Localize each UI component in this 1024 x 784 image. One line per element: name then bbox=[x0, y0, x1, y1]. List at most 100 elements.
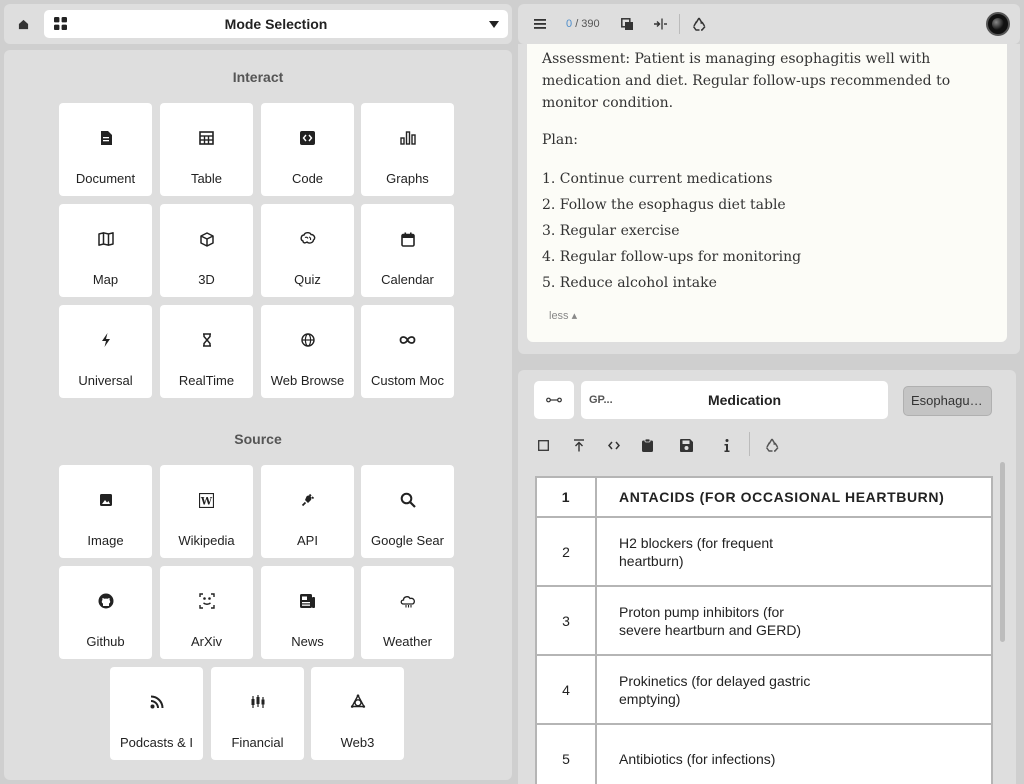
tile-label: Map bbox=[92, 272, 119, 287]
interact-section-title: Interact bbox=[232, 69, 284, 85]
tile-map[interactable]: Map bbox=[59, 204, 152, 297]
tile-label: Web Browse bbox=[270, 373, 345, 388]
info-icon bbox=[724, 438, 730, 452]
table-cell-number: 4 bbox=[535, 654, 597, 725]
upload-icon bbox=[574, 438, 584, 451]
hourglass-icon bbox=[202, 333, 211, 347]
arxiv-icon bbox=[198, 593, 215, 609]
bolt-icon bbox=[101, 333, 110, 347]
tile-calendar[interactable]: Calendar bbox=[361, 204, 454, 297]
copy-button[interactable] bbox=[618, 15, 636, 33]
tile-label: Universal bbox=[78, 373, 133, 388]
plug-icon bbox=[301, 493, 314, 507]
tile-label: ArXiv bbox=[190, 634, 223, 649]
tile-label: Weather bbox=[383, 634, 432, 649]
tile-label: Image bbox=[87, 533, 124, 548]
tile-financial[interactable]: Financial bbox=[211, 667, 304, 760]
code-view-button[interactable] bbox=[605, 436, 623, 454]
tile-github[interactable]: Github bbox=[59, 566, 152, 659]
tile-arxiv[interactable]: ArXiv bbox=[160, 566, 253, 659]
mode-select-dropdown[interactable]: Mode Selection bbox=[44, 10, 508, 38]
chevron-down-icon bbox=[489, 21, 499, 28]
table-cell-number: 3 bbox=[535, 585, 597, 656]
medication-title: Medication bbox=[707, 392, 782, 408]
tile-weather[interactable]: Weather bbox=[361, 566, 454, 659]
clipboard-icon bbox=[641, 438, 653, 452]
wikipedia-icon: W bbox=[199, 492, 214, 508]
show-less-toggle[interactable]: less ▴ bbox=[549, 309, 577, 322]
calendar-icon bbox=[400, 232, 415, 247]
tile-label: News bbox=[291, 634, 324, 649]
tile-wikipedia[interactable]: W Wikipedia bbox=[160, 465, 253, 558]
table-cell-number: 1 bbox=[535, 476, 597, 518]
table-row: 5 Antibiotics (for infections) bbox=[535, 723, 993, 784]
list-item: 3. Regular exercise bbox=[542, 223, 680, 239]
select-checkbox[interactable] bbox=[534, 436, 552, 454]
map-icon bbox=[97, 232, 114, 246]
home-button[interactable] bbox=[14, 15, 32, 33]
globe-icon bbox=[300, 333, 315, 347]
table-row: 1 ANTACIDS (FOR OCCASIONAL HEARTBURN) bbox=[535, 476, 993, 518]
table-cell-value: H2 blockers (for frequent heartburn) bbox=[619, 534, 774, 569]
table-scrollbar[interactable] bbox=[1000, 462, 1005, 642]
tile-quiz[interactable]: Quiz bbox=[261, 204, 354, 297]
tile-realtime[interactable]: RealTime bbox=[160, 305, 253, 398]
table-cell-text: ANTACIDS (FOR OCCASIONAL HEARTBURN) bbox=[595, 476, 993, 518]
toolbar-divider bbox=[749, 432, 750, 456]
checkbox-icon bbox=[537, 439, 549, 451]
recycle-button[interactable] bbox=[690, 15, 708, 33]
tile-label: Custom Moc bbox=[371, 373, 444, 388]
table-cell-value: Prokinetics (for delayed gastric emptyin… bbox=[619, 672, 811, 707]
tile-web-browse[interactable]: Web Browse bbox=[261, 305, 354, 398]
caret-up-icon: ▴ bbox=[571, 310, 578, 322]
document-panel: Assessment: Patient is managing esophagi… bbox=[518, 44, 1020, 354]
tile-podcasts[interactable]: Podcasts & I bbox=[110, 667, 203, 760]
medication-table: 1 ANTACIDS (FOR OCCASIONAL HEARTBURN) 2 … bbox=[535, 476, 993, 784]
tile-label: Quiz bbox=[294, 272, 321, 287]
page-counter-total: / 390 bbox=[575, 18, 600, 30]
category-tag[interactable]: Esophagus... bbox=[903, 386, 992, 416]
tile-web3[interactable]: Web3 bbox=[311, 667, 404, 760]
code-icon bbox=[608, 441, 620, 449]
tile-3d[interactable]: 3D bbox=[160, 204, 253, 297]
home-icon bbox=[18, 19, 28, 29]
clipboard-button[interactable] bbox=[638, 436, 656, 454]
image-icon bbox=[99, 494, 112, 506]
table-cell-text: Prokinetics (for delayed gastric emptyin… bbox=[595, 654, 993, 725]
show-less-label: less bbox=[549, 310, 569, 322]
tile-label: Podcasts & I bbox=[120, 735, 193, 750]
tile-graphs[interactable]: Graphs bbox=[361, 103, 454, 196]
web3-icon bbox=[350, 694, 365, 708]
link-icon bbox=[546, 397, 562, 403]
table-cell-text: Antibiotics (for infections) bbox=[595, 723, 993, 784]
tile-google-search[interactable]: Google Sear bbox=[361, 465, 454, 558]
link-button[interactable] bbox=[534, 381, 574, 419]
split-button[interactable] bbox=[651, 15, 669, 33]
tile-code[interactable]: Code bbox=[261, 103, 354, 196]
save-button[interactable] bbox=[677, 436, 695, 454]
table-cell-value: Proton pump inhibitors (for severe heart… bbox=[619, 603, 802, 638]
tile-label: Calendar bbox=[381, 272, 434, 287]
rss-icon bbox=[150, 695, 163, 709]
list-item: 1. Continue current medications bbox=[542, 171, 773, 187]
tile-api[interactable]: API bbox=[261, 465, 354, 558]
graphs-icon bbox=[399, 131, 416, 145]
avatar[interactable] bbox=[986, 12, 1010, 36]
github-icon bbox=[98, 593, 113, 609]
tile-table[interactable]: Table bbox=[160, 103, 253, 196]
medication-title-box[interactable]: GP... Medication bbox=[581, 381, 888, 419]
cloud-icon bbox=[400, 596, 415, 608]
tile-news[interactable]: News bbox=[261, 566, 354, 659]
tile-label: API bbox=[297, 533, 318, 548]
tile-custom-mode[interactable]: Custom Moc bbox=[361, 305, 454, 398]
tile-image[interactable]: Image bbox=[59, 465, 152, 558]
menu-button[interactable] bbox=[531, 15, 549, 33]
tile-universal[interactable]: Universal bbox=[59, 305, 152, 398]
tile-document[interactable]: Document bbox=[59, 103, 152, 196]
info-button[interactable] bbox=[718, 436, 736, 454]
tile-label: Github bbox=[86, 634, 125, 649]
source-section-title: Source bbox=[234, 431, 282, 447]
tile-label: Table bbox=[190, 171, 223, 186]
upload-button[interactable] bbox=[570, 436, 588, 454]
recycle-button[interactable] bbox=[763, 436, 781, 454]
